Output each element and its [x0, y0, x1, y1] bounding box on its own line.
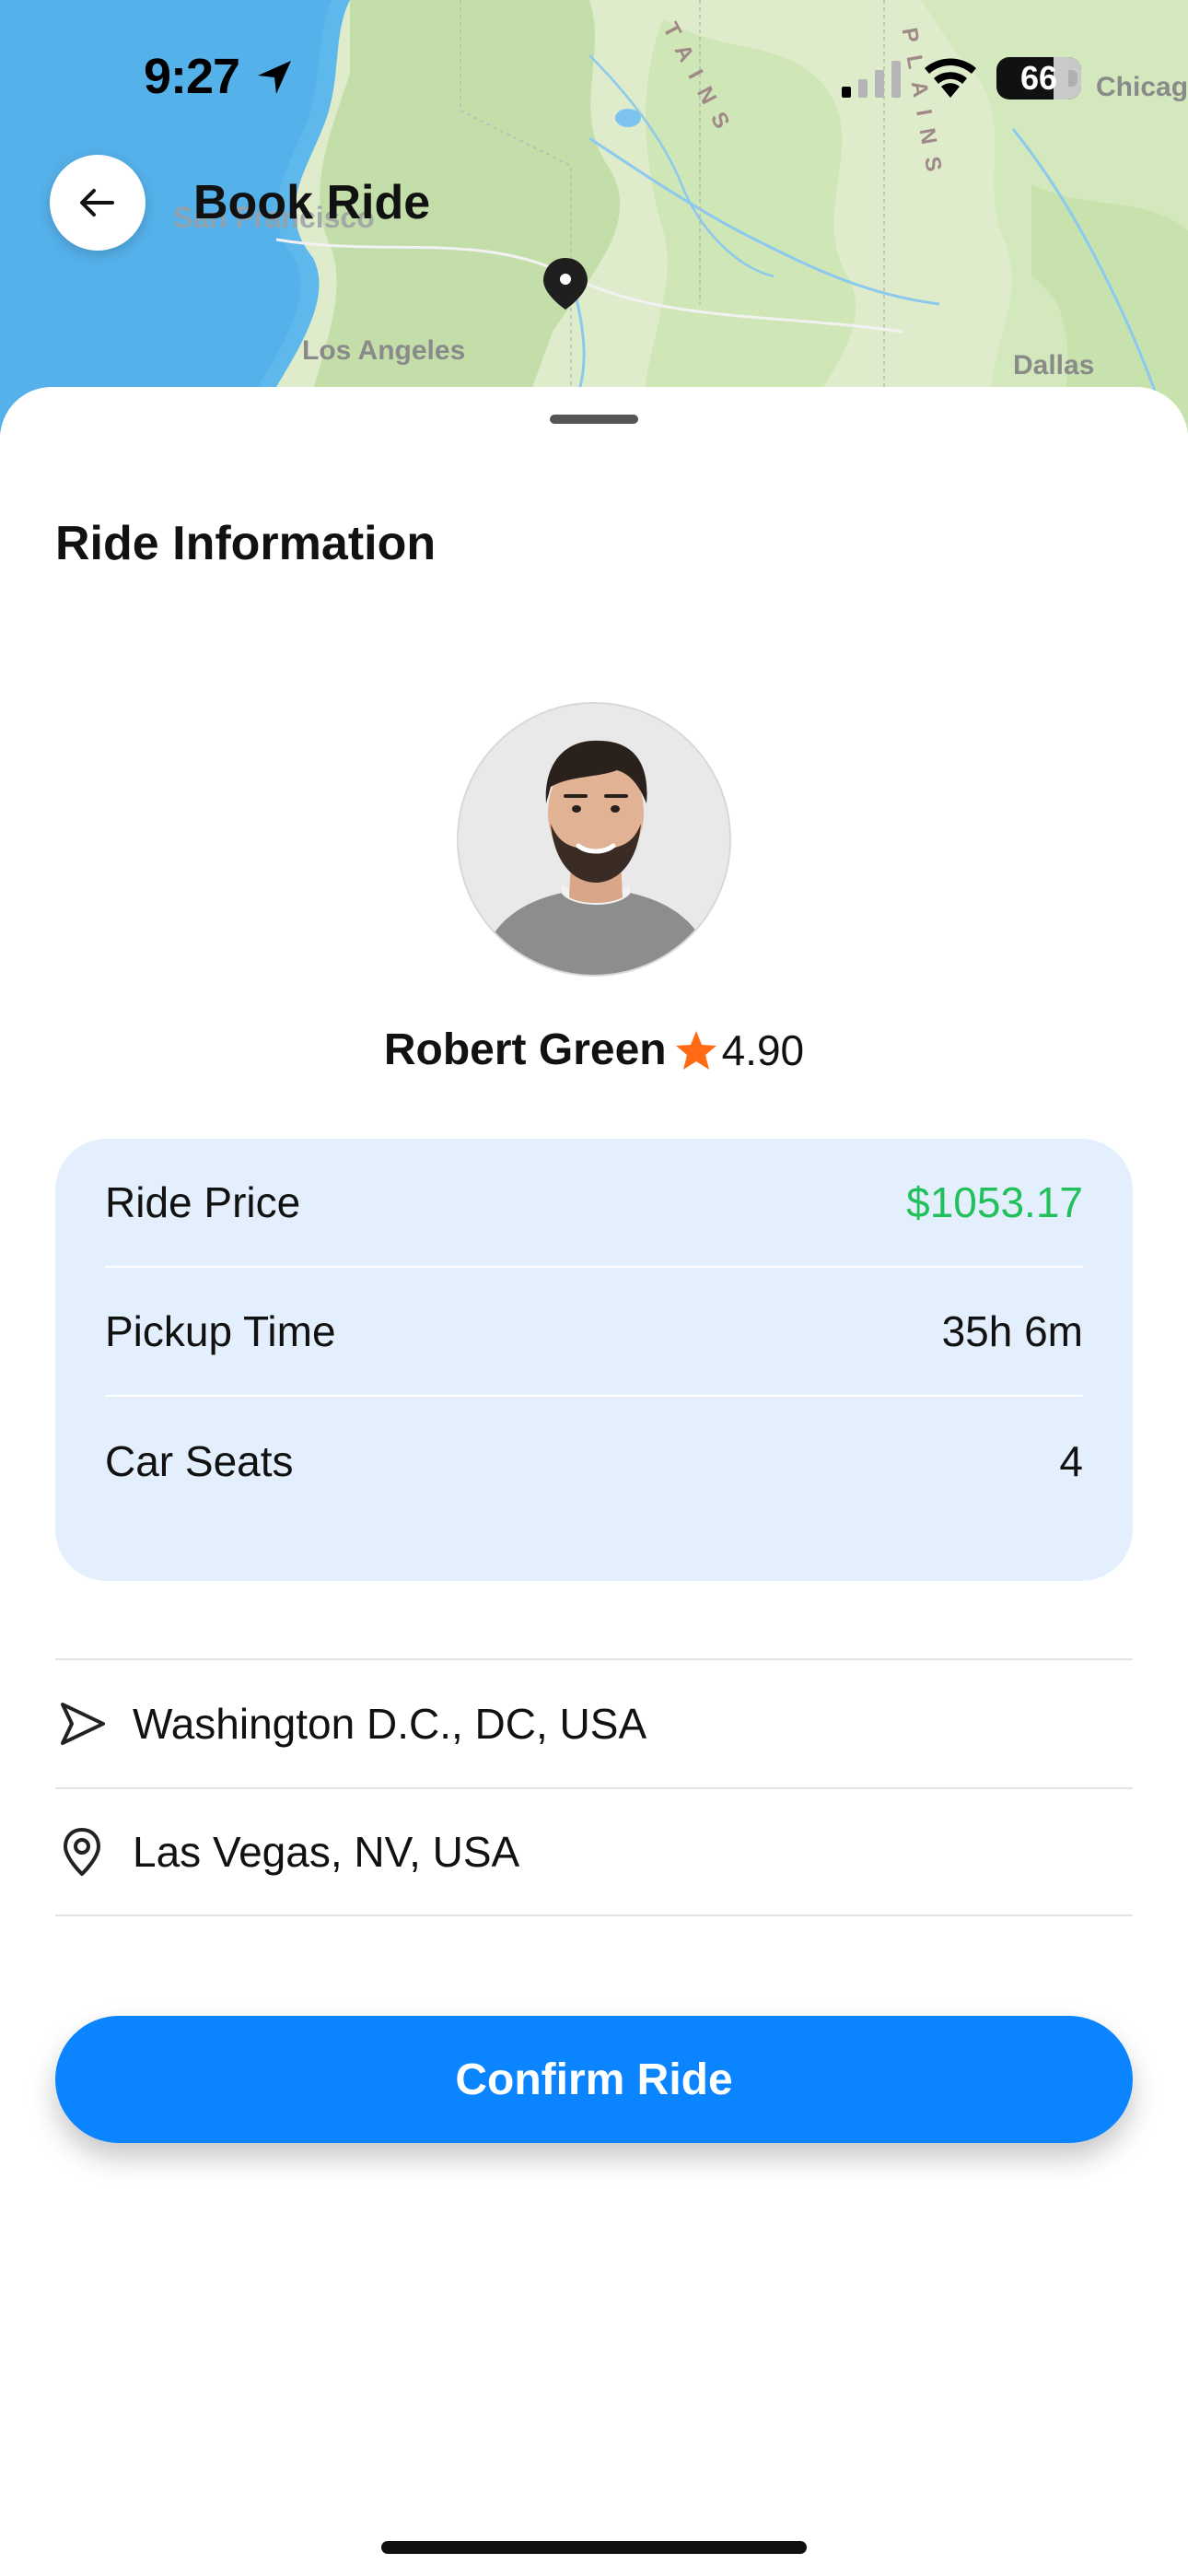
- route-origin: Washington D.C., DC, USA: [55, 1658, 1133, 1787]
- star-icon: [674, 1029, 718, 1071]
- page-title: Book Ride: [193, 176, 431, 229]
- cellular-signal-icon: [840, 59, 906, 104]
- arrow-left-icon: [80, 189, 114, 217]
- map-label-dallas: Dallas: [1013, 350, 1095, 381]
- pickup-time-label: Pickup Time: [105, 1307, 336, 1355]
- route-origin-text: Washington D.C., DC, USA: [133, 1700, 647, 1748]
- driver-name: Robert Green: [383, 1025, 667, 1074]
- back-button[interactable]: [50, 155, 146, 251]
- ride-price-row: Ride Price $1053.17: [105, 1139, 1083, 1268]
- confirm-ride-button[interactable]: Confirm Ride: [55, 2016, 1133, 2143]
- section-title: Ride Information: [55, 517, 437, 570]
- home-indicator[interactable]: [381, 2541, 807, 2554]
- driver-rating: 4.90: [721, 1025, 805, 1074]
- pickup-time-value: 35h 6m: [941, 1307, 1083, 1355]
- route-list: Washington D.C., DC, USA Las Vegas, NV, …: [55, 1658, 1133, 1916]
- battery-percentage: 66: [1019, 59, 1058, 97]
- ride-price-value: $1053.17: [906, 1178, 1083, 1226]
- pickup-time-row: Pickup Time 35h 6m: [105, 1268, 1083, 1397]
- sheet-drag-handle[interactable]: [550, 415, 638, 424]
- location-arrow-icon: [254, 57, 295, 102]
- route-destination-text: Las Vegas, NV, USA: [133, 1828, 520, 1876]
- driver-info: Robert Green 4.90: [0, 1025, 1188, 1075]
- ride-info-card: Ride Price $1053.17 Pickup Time 35h 6m C…: [55, 1139, 1133, 1581]
- status-time: 9:27: [144, 49, 240, 104]
- map-label-los-angeles: Los Angeles: [302, 335, 466, 366]
- ride-price-label: Ride Price: [105, 1178, 301, 1226]
- car-seats-row: Car Seats 4: [105, 1397, 1083, 1526]
- driver-avatar: [457, 702, 731, 977]
- map-label-chicago: Chicag: [1096, 72, 1188, 102]
- wifi-icon: [921, 55, 980, 104]
- car-seats-value: 4: [1059, 1437, 1083, 1485]
- navigation-arrow-icon: [55, 1697, 111, 1751]
- location-pin-icon: [55, 1825, 111, 1879]
- route-destination: Las Vegas, NV, USA: [55, 1787, 1133, 1916]
- car-seats-label: Car Seats: [105, 1437, 294, 1485]
